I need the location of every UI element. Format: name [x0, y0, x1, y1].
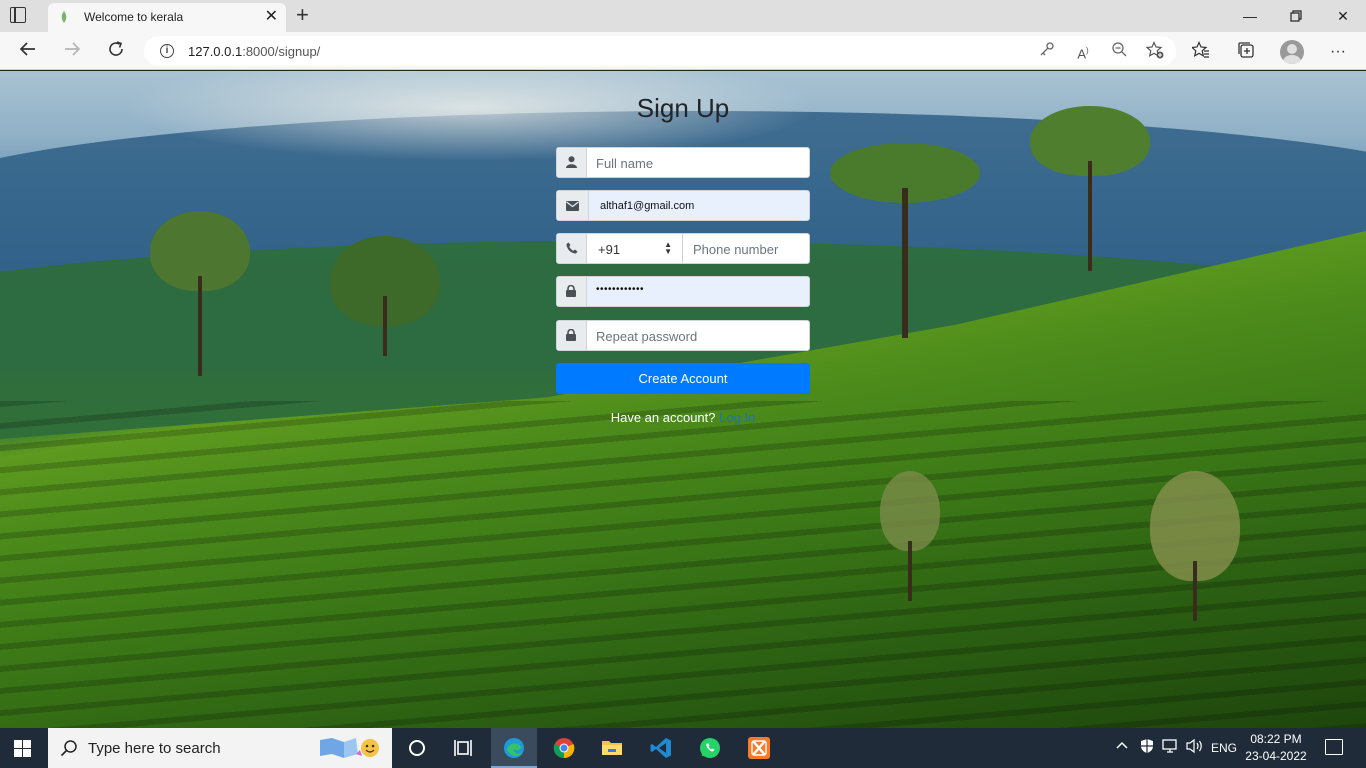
phone-group: +91 ▲ ▼ Phone number — [556, 233, 810, 264]
repeat-password-field[interactable]: Repeat password — [556, 320, 810, 351]
select-arrows-icon: ▲ ▼ — [664, 240, 672, 256]
country-code-value: +91 — [598, 242, 621, 257]
plus-icon[interactable]: + — [296, 3, 309, 27]
page-background: Sign Up Full name althaf1@gmail.com +91 … — [0, 71, 1366, 728]
page-title: Sign Up — [636, 93, 730, 123]
search-highlight-icon — [320, 738, 379, 758]
envelope-icon — [557, 191, 589, 220]
taskbar: Type here to search ENG 08:22 PM 23-04-2… — [0, 728, 1366, 768]
password-field[interactable]: •••••••••••• — [556, 276, 810, 307]
close-icon[interactable]: ✕ — [265, 8, 278, 26]
volume-icon[interactable] — [1186, 738, 1204, 757]
lock-icon — [557, 277, 587, 306]
tree — [1150, 471, 1240, 621]
phone-icon — [557, 234, 587, 263]
lock-icon — [557, 321, 587, 350]
maximize-icon[interactable] — [1286, 6, 1306, 26]
window-close-icon[interactable]: ✕ — [1333, 6, 1353, 26]
clock-time: 08:22 PM — [1250, 732, 1302, 746]
tab-bar: Welcome to kerala ✕ + — ✕ — [0, 0, 1366, 32]
taskbar-search[interactable]: Type here to search — [48, 728, 392, 768]
login-prompt: Have an account? Log In — [556, 410, 810, 425]
tree — [880, 471, 940, 601]
notifications-icon[interactable] — [1325, 739, 1343, 755]
full-name-placeholder: Full name — [596, 156, 654, 171]
file-explorer-icon[interactable] — [589, 728, 635, 768]
security-shield-icon[interactable] — [1139, 738, 1155, 757]
show-hidden-icons-icon[interactable] — [1115, 738, 1129, 755]
profile-icon[interactable] — [1280, 40, 1304, 64]
collections-icon[interactable] — [1235, 41, 1257, 63]
full-name-field[interactable]: Full name — [556, 147, 810, 178]
tree — [330, 236, 440, 356]
whatsapp-icon[interactable] — [687, 728, 733, 768]
login-link[interactable]: Log In — [719, 410, 755, 425]
key-icon[interactable] — [1036, 41, 1058, 61]
tab-actions-icon[interactable] — [10, 7, 26, 23]
clock-date: 23-04-2022 — [1245, 749, 1307, 763]
password-value: •••••••••••• — [596, 284, 645, 295]
more-icon[interactable]: ··· — [1327, 41, 1349, 63]
favorites-icon[interactable] — [1190, 41, 1212, 63]
have-account-text: Have an account? — [610, 410, 716, 425]
vscode-icon[interactable] — [638, 728, 684, 768]
xampp-icon[interactable] — [736, 728, 782, 768]
country-code-select[interactable]: +91 ▲ ▼ — [587, 234, 683, 263]
back-icon[interactable] — [17, 40, 39, 62]
tree — [830, 143, 980, 338]
chrome-icon[interactable] — [541, 728, 587, 768]
browser-tab[interactable]: Welcome to kerala ✕ — [48, 3, 286, 32]
minimize-icon[interactable]: — — [1240, 6, 1260, 26]
edge-icon[interactable] — [491, 728, 537, 768]
search-icon — [60, 740, 77, 757]
email-value: althaf1@gmail.com — [600, 200, 695, 212]
search-placeholder: Type here to search — [88, 740, 221, 757]
url-field[interactable]: i 127.0.0.1:8000/signup/ A) — [144, 36, 1176, 66]
url-text: 127.0.0.1:8000/signup/ — [188, 44, 321, 59]
cortana-icon[interactable] — [394, 728, 440, 768]
user-icon — [557, 148, 587, 177]
repeat-password-placeholder: Repeat password — [596, 329, 698, 344]
clock[interactable]: 08:22 PM 23-04-2022 — [1236, 731, 1316, 765]
zoom-icon[interactable] — [1108, 41, 1130, 61]
phone-input[interactable]: Phone number — [693, 242, 778, 257]
task-view-icon[interactable] — [441, 728, 487, 768]
create-account-button[interactable]: Create Account — [556, 363, 810, 394]
forward-icon — [61, 40, 83, 62]
add-favorite-icon[interactable] — [1144, 41, 1166, 61]
read-aloud-icon[interactable]: A) — [1072, 41, 1094, 61]
email-field[interactable]: althaf1@gmail.com — [556, 190, 810, 221]
language-indicator[interactable]: ENG — [1211, 741, 1237, 755]
tab-title: Welcome to kerala — [84, 10, 184, 24]
tree — [1030, 106, 1150, 271]
windows-start-icon[interactable] — [14, 740, 32, 758]
refresh-icon[interactable] — [105, 40, 127, 62]
info-icon[interactable]: i — [160, 44, 174, 58]
tab-favicon-icon — [61, 11, 67, 23]
address-bar: i 127.0.0.1:8000/signup/ A) ··· — [0, 32, 1366, 70]
network-icon[interactable] — [1162, 738, 1180, 757]
tree — [150, 211, 250, 376]
